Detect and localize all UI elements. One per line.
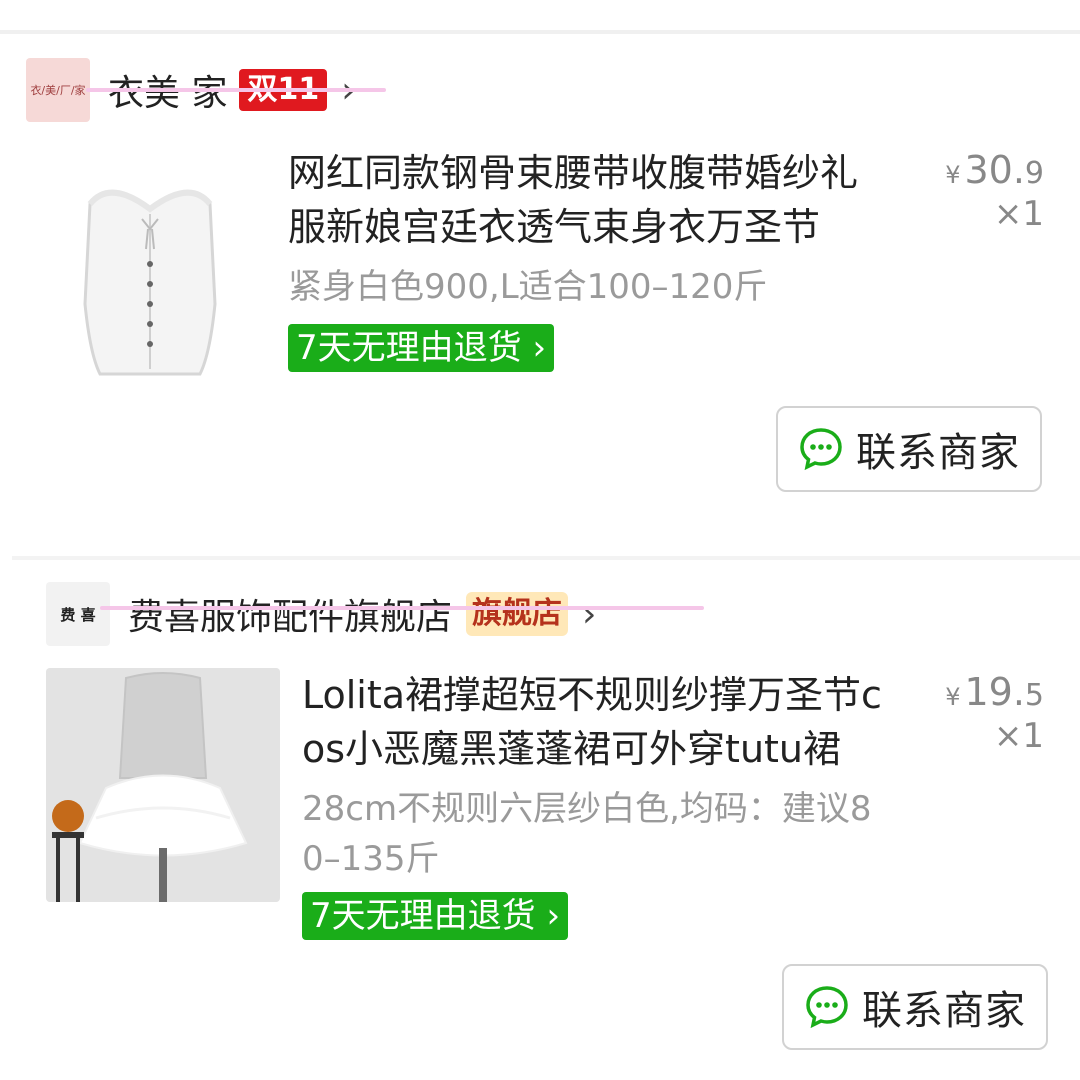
chat-bubble-icon — [800, 428, 842, 471]
chevron-right-icon: › — [535, 896, 561, 936]
corset-image — [60, 154, 240, 404]
return-policy-label: 7天无理由退货 — [310, 896, 536, 936]
product-image[interactable] — [60, 154, 240, 404]
product-spec-line: 28cm不规则六层纱白色,均码：建议8 — [302, 789, 872, 829]
tutu-skirt-image — [46, 668, 280, 902]
return-policy-label: 7天无理由退货 — [296, 328, 522, 368]
product-spec-line: 0–135斤 — [302, 839, 440, 879]
shop-logo: 衣/美/厂/家 — [26, 58, 90, 122]
product-title[interactable]: 网红同款钢骨束腰带收腹带婚纱礼 服新娘宫廷衣透气束身衣万圣节 — [288, 146, 928, 254]
contact-seller-label: 联系商家 — [856, 430, 1020, 476]
scribble-line — [86, 88, 386, 92]
shop-logo: 费 喜 — [46, 582, 110, 646]
order-card: 费 喜 费喜服饰配件旗舰店 旗舰店 › Lolita裙撑超短不规则纱撑万圣节c … — [0, 562, 1080, 1080]
scribble-line — [100, 606, 704, 610]
product-title-line: Lolita裙撑超短不规则纱撑万圣节c — [302, 673, 882, 717]
chevron-right-icon: › — [521, 328, 547, 368]
product-price: ¥30.9 — [945, 148, 1044, 192]
product-price: ¥19.5 — [945, 670, 1044, 714]
product-title-line: os小恶魔黑蓬蓬裙可外穿tutu裙 — [302, 727, 842, 771]
price-decimal: 5 — [1024, 678, 1044, 713]
product-spec: 28cm不规则六层纱白色,均码：建议8 0–135斤 — [302, 784, 922, 884]
quantity: ×1 — [993, 716, 1044, 756]
product-title-line: 网红同款钢骨束腰带收腹带婚纱礼 — [288, 151, 859, 195]
price-decimal: 9 — [1024, 156, 1044, 191]
currency-symbol: ¥ — [945, 161, 961, 189]
shop-header[interactable]: 费 喜 费喜服饰配件旗舰店 旗舰店 › — [46, 582, 596, 646]
price-integer: 30. — [964, 148, 1025, 192]
chat-bubble-icon — [806, 986, 848, 1029]
shop-logo-text: 费 喜 — [60, 605, 96, 624]
chevron-right-icon[interactable]: › — [582, 594, 596, 635]
currency-symbol: ¥ — [945, 683, 961, 711]
order-divider — [12, 556, 1080, 560]
contact-seller-label: 联系商家 — [862, 988, 1026, 1034]
product-title[interactable]: Lolita裙撑超短不规则纱撑万圣节c os小恶魔黑蓬蓬裙可外穿tutu裙 — [302, 668, 922, 776]
product-image[interactable] — [46, 668, 280, 902]
shop-logo-text: 衣/美/厂/家 — [30, 84, 86, 97]
product-title-line: 服新娘宫廷衣透气束身衣万圣节 — [288, 205, 821, 249]
contact-seller-button[interactable]: 联系商家 — [782, 964, 1048, 1050]
price-integer: 19. — [964, 670, 1025, 714]
order-card: 衣/美/厂/家 衣美 家 双11 › 网红同款钢骨束腰带收腹带婚纱礼 服新娘宫廷… — [0, 34, 1080, 554]
flagship-badge: 旗舰店 — [466, 592, 569, 636]
product-spec: 紧身白色900,L适合100–120斤 — [288, 267, 768, 307]
shop-name[interactable]: 费喜服饰配件旗舰店 — [128, 588, 452, 640]
return-policy-tag[interactable]: 7天无理由退货 › — [288, 324, 555, 372]
return-policy-tag[interactable]: 7天无理由退货 › — [302, 892, 569, 940]
contact-seller-button[interactable]: 联系商家 — [776, 406, 1042, 492]
quantity: ×1 — [993, 194, 1044, 234]
